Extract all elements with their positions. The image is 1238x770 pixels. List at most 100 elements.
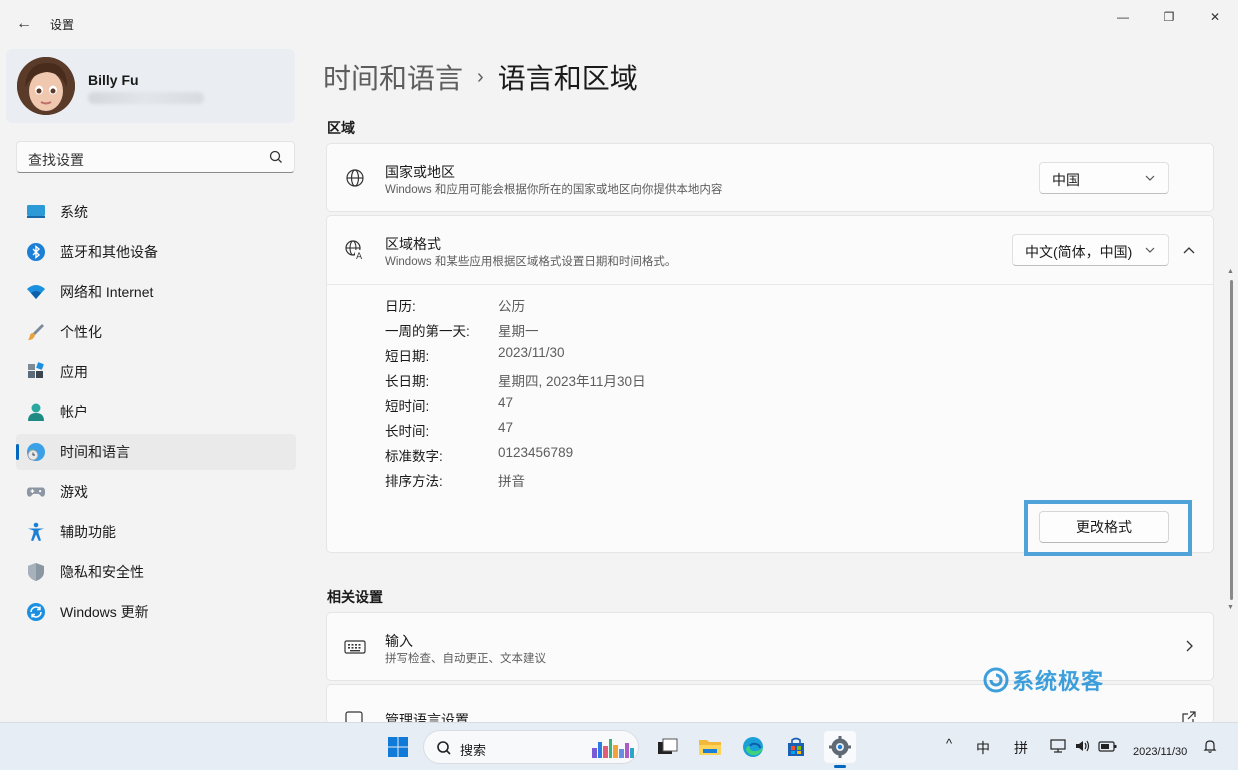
time-language-icon [26, 442, 46, 462]
detail-label: 长日期: [385, 374, 430, 389]
regional-format-icon: A [344, 239, 366, 261]
detail-value: 2023/11/30 [498, 345, 565, 360]
edge-button[interactable] [737, 731, 769, 763]
minimize-button[interactable]: — [1100, 4, 1146, 30]
breadcrumb: 时间和语言 › 语言和区域 [323, 57, 638, 97]
profile-card[interactable]: Billy Fu [6, 49, 295, 123]
chevron-down-icon [1145, 175, 1155, 181]
scroll-up-icon[interactable]: ▲ [1227, 268, 1234, 275]
watermark-logo-icon [983, 667, 1009, 693]
breadcrumb-parent[interactable]: 时间和语言 [323, 57, 463, 97]
sidebar-item-gaming[interactable]: 游戏 [16, 474, 296, 510]
detail-label: 短时间: [385, 399, 430, 414]
svg-text:A: A [356, 252, 363, 261]
sidebar-item-label: Windows 更新 [60, 604, 149, 620]
restore-icon: ❐ [1163, 10, 1175, 24]
country-region-value: 中国 [1052, 172, 1080, 188]
taskbar-date[interactable]: 2023/11/30 [1133, 746, 1187, 758]
sidebar-item-label: 帐户 [60, 404, 88, 420]
regional-format-dropdown[interactable]: 中文(简体，中国) [1012, 234, 1169, 266]
chevron-right-icon: › [477, 65, 484, 88]
edge-icon [743, 737, 763, 757]
task-view-icon [658, 738, 678, 754]
country-region-dropdown[interactable]: 中国 [1039, 162, 1169, 194]
detail-value: 公历 [498, 299, 525, 314]
taskbar-search[interactable]: 搜索 [423, 730, 639, 764]
section-heading-region: 区域 [327, 120, 355, 136]
search-icon [269, 150, 282, 163]
search-highlight-icon [592, 739, 634, 758]
shield-icon [26, 562, 46, 582]
country-region-title: 国家或地区 [385, 164, 455, 180]
gamepad-icon [26, 482, 46, 502]
sidebar-item-time-language[interactable]: 时间和语言 [16, 434, 296, 470]
ime-mode-indicator[interactable]: 拼 [1014, 738, 1028, 758]
sidebar-item-system[interactable]: 系统 [16, 194, 296, 230]
chevron-right-icon [1181, 638, 1197, 657]
bluetooth-icon [26, 242, 46, 262]
section-heading-related: 相关设置 [327, 589, 383, 605]
detail-value: 星期一 [498, 324, 539, 339]
title-bar: ← 设置 — ❐ ✕ [0, 0, 1238, 44]
highlight-annotation [1024, 500, 1192, 556]
sidebar-item-privacy[interactable]: 隐私和安全性 [16, 554, 296, 590]
store-icon [788, 737, 804, 756]
detail-value: 47 [498, 420, 514, 435]
sidebar-item-personalization[interactable]: 个性化 [16, 314, 296, 350]
detail-value: 拼音 [498, 474, 525, 489]
file-explorer-button[interactable] [694, 731, 726, 763]
divider [327, 284, 1213, 285]
sidebar-item-label: 个性化 [60, 324, 102, 340]
brush-icon [26, 322, 46, 342]
search-icon [437, 741, 451, 755]
settings-taskbar-button[interactable] [824, 731, 856, 768]
minimize-icon: — [1117, 10, 1129, 24]
chevron-up-icon [1183, 247, 1195, 254]
watermark: 系统极客 [982, 664, 1104, 696]
search-placeholder: 查找设置 [28, 152, 84, 168]
battery-icon[interactable] [1098, 738, 1118, 757]
detail-label: 标准数字: [385, 449, 443, 464]
sidebar-item-windows-update[interactable]: Windows 更新 [16, 594, 296, 630]
store-button[interactable] [780, 731, 812, 763]
detail-label: 长时间: [385, 424, 430, 439]
sidebar-item-label: 系统 [60, 204, 88, 220]
task-view-button[interactable] [651, 731, 683, 763]
update-icon [26, 602, 46, 622]
regional-format-title: 区域格式 [385, 236, 441, 252]
detail-label: 短日期: [385, 349, 430, 364]
sidebar-item-apps[interactable]: 应用 [16, 354, 296, 390]
sidebar-item-accounts[interactable]: 帐户 [16, 394, 296, 430]
scrollbar-thumb[interactable] [1230, 280, 1233, 600]
show-hidden-icons-button[interactable]: ^ [946, 736, 952, 751]
sidebar-item-label: 蓝牙和其他设备 [60, 244, 158, 260]
sidebar-item-bluetooth[interactable]: 蓝牙和其他设备 [16, 234, 296, 270]
chevron-down-icon [1145, 247, 1155, 253]
detail-value: 星期四, 2023年11月30日 [498, 374, 646, 389]
notification-bell-icon[interactable] [1202, 738, 1218, 757]
close-button[interactable]: ✕ [1192, 4, 1238, 30]
search-input[interactable]: 查找设置 [16, 141, 295, 173]
app-title: 设置 [50, 18, 75, 32]
start-button[interactable] [382, 731, 414, 763]
sidebar-item-network[interactable]: 网络和 Internet [16, 274, 296, 310]
sidebar-item-accessibility[interactable]: 辅助功能 [16, 514, 296, 550]
network-tray-icon[interactable] [1050, 738, 1068, 757]
close-icon: ✕ [1209, 10, 1221, 24]
avatar [17, 57, 75, 115]
maximize-button[interactable]: ❐ [1146, 4, 1192, 30]
sidebar-item-label: 时间和语言 [60, 444, 130, 460]
sidebar-nav: 系统 蓝牙和其他设备 网络和 Internet 个性化 应用 帐户 时间和语言 … [16, 194, 296, 634]
windows-logo-icon [388, 737, 408, 757]
ime-language-indicator[interactable]: 中 [976, 738, 990, 758]
globe-icon [344, 167, 366, 189]
back-button[interactable]: ← [10, 10, 38, 38]
collapse-button[interactable] [1179, 241, 1199, 261]
system-icon [26, 202, 46, 222]
detail-label: 排序方法: [385, 474, 443, 489]
volume-icon[interactable] [1074, 738, 1092, 757]
scroll-down-icon[interactable]: ▼ [1227, 604, 1234, 611]
taskbar: 搜索 ^ 中 拼 2023/11/30 [0, 722, 1238, 770]
regional-format-value: 中文(简体，中国) [1025, 244, 1133, 260]
sidebar-item-label: 隐私和安全性 [60, 564, 144, 580]
